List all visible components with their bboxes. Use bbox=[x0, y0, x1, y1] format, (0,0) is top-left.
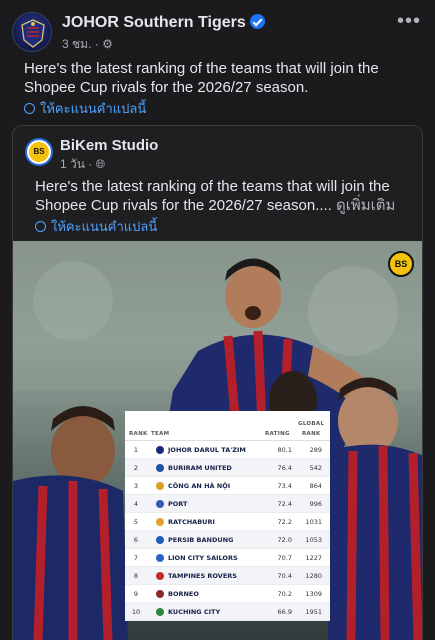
row-rating: 72.4 bbox=[277, 500, 292, 508]
row-rank: 2 bbox=[133, 464, 139, 472]
ranking-table-header: RANK TEAM RATING GLOBAL RANK bbox=[125, 411, 330, 441]
row-global-rank: 289 bbox=[309, 446, 322, 454]
table-row: 7 LION CITY SAILORS 70.7 1227 bbox=[125, 549, 330, 567]
page-name[interactable]: JOHOR Southern Tigers bbox=[62, 14, 265, 32]
post-photo[interactable]: BS RANK TEAM RATING GLOBAL RANK 1 JOHOR D… bbox=[13, 241, 422, 640]
ranking-rows: 1 JOHOR DARUL TA'ZIM 80.1 289 2 BURIRAM UNITE… bbox=[125, 441, 330, 621]
shared-post-text: Here's the latest ranking of the teams t… bbox=[35, 178, 396, 214]
translate-icon bbox=[24, 103, 35, 114]
club-logo-icon bbox=[156, 572, 164, 580]
shared-page-name[interactable]: BiKem Studio bbox=[60, 137, 158, 154]
shared-post-time[interactable]: 1 วัน bbox=[60, 157, 85, 171]
row-rating: 73.4 bbox=[277, 482, 292, 490]
see-more-link[interactable]: ดูเพิ่มเติม bbox=[336, 197, 395, 214]
shared-rate-translation-link[interactable]: ให้คะแนนคำแปลนี้ bbox=[35, 216, 157, 237]
row-rank: 7 bbox=[133, 554, 139, 562]
club-logo-icon bbox=[156, 518, 164, 526]
row-global-rank: 1227 bbox=[305, 554, 322, 562]
post-time[interactable]: 3 ชม. bbox=[62, 37, 91, 51]
rate-translation-link[interactable]: ให้คะแนนคำแปลนี้ bbox=[24, 98, 146, 119]
row-global-rank: 996 bbox=[309, 500, 322, 508]
row-rating: 70.2 bbox=[277, 590, 292, 598]
row-rank: 4 bbox=[133, 500, 139, 508]
club-logo-icon bbox=[156, 482, 164, 490]
post-text: Here's the latest ranking of the teams t… bbox=[24, 60, 379, 96]
row-rank: 10 bbox=[131, 608, 141, 616]
row-rating: 72.2 bbox=[277, 518, 292, 526]
row-team: TAMPINES ROVERS bbox=[168, 572, 237, 580]
bs-watermark-logo: BS bbox=[388, 251, 414, 277]
table-row: 4 PORT 72.4 996 bbox=[125, 495, 330, 513]
translate-icon bbox=[35, 221, 46, 232]
row-team: JOHOR DARUL TA'ZIM bbox=[168, 446, 246, 454]
row-rank: 6 bbox=[133, 536, 139, 544]
row-rank: 9 bbox=[133, 590, 139, 598]
shared-post-card[interactable]: BS BiKem Studio 1 วัน · 🌐︎ Here's the la… bbox=[12, 125, 423, 640]
header-rating: RATING bbox=[265, 431, 290, 437]
shared-post-meta: 1 วัน · 🌐︎ bbox=[60, 157, 106, 171]
page-avatar[interactable] bbox=[12, 12, 52, 52]
row-rank: 8 bbox=[133, 572, 139, 580]
row-team: RATCHABURI bbox=[168, 518, 215, 526]
row-rating: 70.4 bbox=[277, 572, 292, 580]
verified-badge-icon bbox=[249, 14, 265, 29]
row-global-rank: 1031 bbox=[305, 518, 322, 526]
table-row: 6 PERSIB BANDUNG 72.0 1053 bbox=[125, 531, 330, 549]
row-rating: 72.0 bbox=[277, 536, 292, 544]
header-global-2: RANK bbox=[302, 431, 321, 437]
globe-icon: 🌐︎ bbox=[95, 157, 106, 171]
club-logo-icon bbox=[156, 446, 164, 454]
row-global-rank: 542 bbox=[309, 464, 322, 472]
row-rank: 5 bbox=[133, 518, 139, 526]
gear-icon: ⚙ bbox=[102, 37, 113, 51]
table-row: 2 BURIRAM UNITED 76.4 542 bbox=[125, 459, 330, 477]
row-global-rank: 1280 bbox=[305, 572, 322, 580]
crest-icon bbox=[21, 19, 45, 48]
row-team: KUCHING CITY bbox=[168, 608, 221, 616]
shared-post-header: BS BiKem Studio 1 วัน · 🌐︎ bbox=[13, 126, 422, 174]
club-logo-icon bbox=[156, 536, 164, 544]
header-rank: RANK bbox=[129, 431, 148, 437]
post-header: JOHOR Southern Tigers 3 ชม. · ⚙ ••• bbox=[0, 0, 435, 56]
club-logo-icon bbox=[156, 590, 164, 598]
row-global-rank: 1053 bbox=[305, 536, 322, 544]
table-row: 3 CÔNG AN HÀ NỘI 73.4 864 bbox=[125, 477, 330, 495]
row-global-rank: 864 bbox=[309, 482, 322, 490]
row-global-rank: 1951 bbox=[305, 608, 322, 616]
row-global-rank: 1309 bbox=[305, 590, 322, 598]
header-global-1: GLOBAL bbox=[298, 421, 325, 427]
row-team: PERSIB BANDUNG bbox=[168, 536, 234, 544]
table-row: 8 TAMPINES ROVERS 70.4 1280 bbox=[125, 567, 330, 585]
row-rating: 76.4 bbox=[277, 464, 292, 472]
table-row: 9 BORNEO 70.2 1309 bbox=[125, 585, 330, 603]
table-row: 1 JOHOR DARUL TA'ZIM 80.1 289 bbox=[125, 441, 330, 459]
row-team: PORT bbox=[168, 500, 188, 508]
row-rating: 80.1 bbox=[277, 446, 292, 454]
ranking-table: RANK TEAM RATING GLOBAL RANK 1 JOHOR DARU… bbox=[125, 411, 330, 621]
row-team: BORNEO bbox=[168, 590, 199, 598]
row-rating: 70.7 bbox=[277, 554, 292, 562]
table-row: 10 KUCHING CITY 66.9 1951 bbox=[125, 603, 330, 621]
more-options-button[interactable]: ••• bbox=[397, 11, 421, 31]
club-logo-icon bbox=[156, 608, 164, 616]
row-team: BURIRAM UNITED bbox=[168, 464, 232, 472]
shared-page-avatar[interactable]: BS bbox=[25, 138, 53, 166]
club-logo-icon bbox=[156, 464, 164, 472]
row-rating: 66.9 bbox=[277, 608, 292, 616]
row-team: LION CITY SAILORS bbox=[168, 554, 238, 562]
header-team: TEAM bbox=[151, 431, 170, 437]
post-meta: 3 ชม. · ⚙ bbox=[62, 37, 113, 51]
table-row: 5 RATCHABURI 72.2 1031 bbox=[125, 513, 330, 531]
club-logo-icon bbox=[156, 500, 164, 508]
club-logo-icon bbox=[156, 554, 164, 562]
row-rank: 1 bbox=[133, 446, 139, 454]
row-team: CÔNG AN HÀ NỘI bbox=[168, 482, 231, 490]
row-rank: 3 bbox=[133, 482, 139, 490]
